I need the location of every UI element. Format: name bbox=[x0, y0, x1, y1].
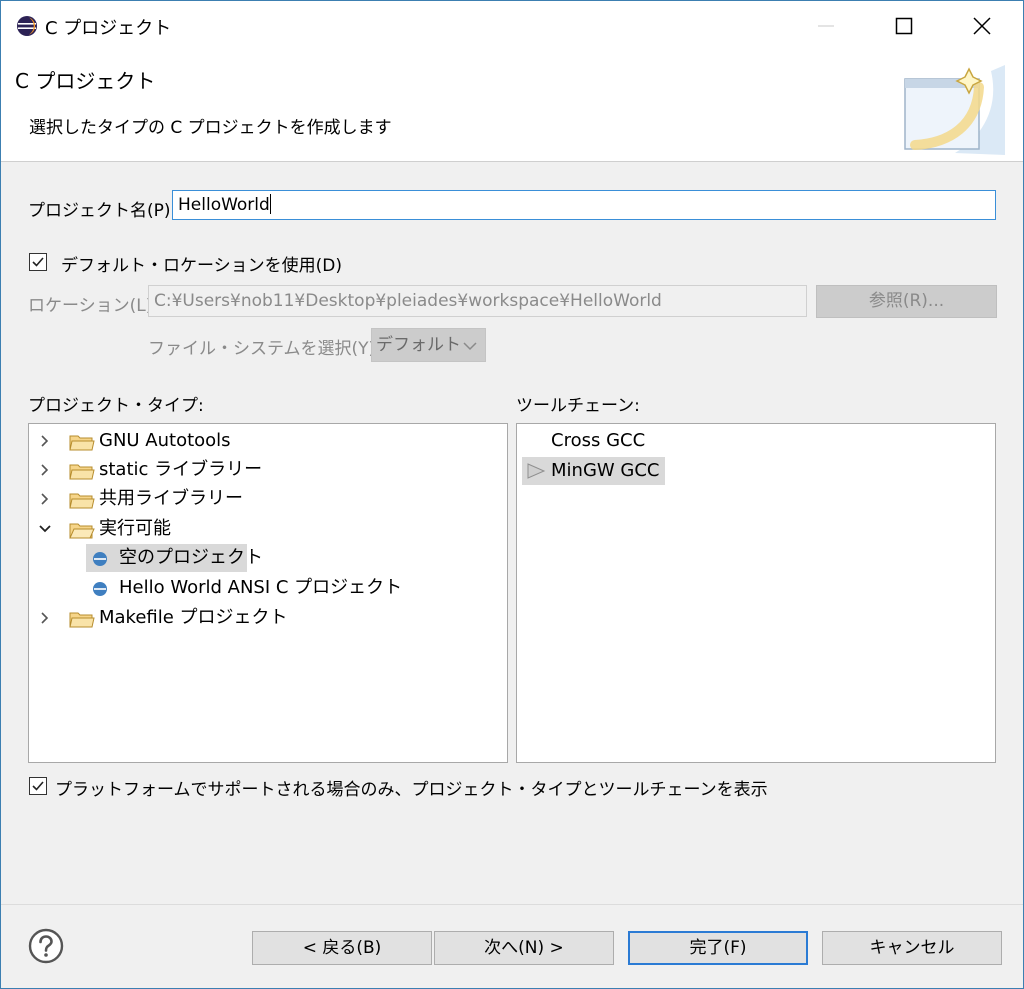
filesystem-label: ファイル・システムを選択(Y): bbox=[148, 339, 381, 359]
toolchains-label: ツールチェーン: bbox=[516, 396, 640, 416]
project-name-input[interactable]: HelloWorld bbox=[172, 190, 996, 220]
default-location-label: デフォルト・ロケーションを使用(D) bbox=[61, 256, 343, 276]
tree-item-label: static ライブラリー bbox=[99, 459, 263, 480]
chevron-right-icon bbox=[41, 493, 49, 505]
maximize-icon bbox=[895, 17, 913, 35]
folder-open-icon bbox=[69, 523, 95, 539]
page-description: 選択したタイプの C プロジェクトを作成します bbox=[29, 118, 392, 138]
location-label: ロケーション(L): bbox=[28, 296, 159, 316]
toolchain-item-label: MinGW GCC bbox=[551, 460, 660, 481]
project-bullet-icon bbox=[93, 582, 107, 596]
checkmark-icon bbox=[32, 257, 44, 267]
tree-item-label: Makefile プロジェクト bbox=[99, 607, 288, 628]
tree-item-label: 空のプロジェクト bbox=[119, 547, 263, 568]
eclipse-icon bbox=[17, 16, 37, 36]
folder-icon bbox=[69, 435, 95, 451]
platform-filter-label: プラットフォームでサポートされる場合のみ、プロジェクト・タイプとツールチェーンを… bbox=[55, 780, 768, 800]
checkmark-icon bbox=[32, 781, 44, 791]
tree-item-gnu-autotools[interactable]: GNU Autotools bbox=[39, 427, 499, 455]
folder-icon bbox=[69, 612, 95, 628]
page-title: C プロジェクト bbox=[15, 69, 156, 93]
toolchain-item-mingw-gcc[interactable]: MinGW GCC bbox=[522, 457, 665, 485]
close-button[interactable] bbox=[943, 1, 1021, 51]
tree-item-static-library[interactable]: static ライブラリー bbox=[39, 456, 499, 484]
folder-icon bbox=[69, 493, 95, 509]
chevron-right-icon bbox=[41, 435, 49, 447]
tree-item-makefile-project[interactable]: Makefile プロジェクト bbox=[39, 604, 499, 632]
text-caret bbox=[269, 194, 271, 214]
selection-arrow-icon bbox=[527, 463, 546, 479]
location-input[interactable]: C:¥Users¥nob11¥Desktop¥pleiades¥workspac… bbox=[148, 285, 807, 317]
minimize-button[interactable] bbox=[787, 1, 865, 51]
filesystem-select[interactable]: デフォルト bbox=[371, 328, 486, 362]
toolchain-item-cross-gcc[interactable]: Cross GCC bbox=[551, 427, 751, 455]
footer-separator bbox=[1, 904, 1023, 905]
platform-filter-checkbox[interactable] bbox=[29, 777, 47, 795]
chevron-right-icon bbox=[41, 464, 49, 476]
cancel-button[interactable]: キャンセル bbox=[822, 931, 1002, 965]
dialog-window: C プロジェクト C プロジェクト 選択したタイプの C プロジェクトを作成しま… bbox=[0, 0, 1024, 989]
browse-button[interactable]: 参照(R)... bbox=[816, 285, 997, 318]
tree-item-label: 実行可能 bbox=[99, 518, 171, 539]
tree-item-label: 共用ライブラリー bbox=[99, 488, 243, 509]
project-name-label: プロジェクト名(P): bbox=[28, 201, 177, 221]
help-icon[interactable] bbox=[28, 928, 64, 964]
minimize-icon bbox=[818, 25, 834, 27]
finish-button[interactable]: 完了(F) bbox=[628, 931, 808, 965]
chevron-down-icon bbox=[463, 342, 477, 351]
toolchains-list[interactable]: Cross GCC MinGW GCC bbox=[516, 423, 996, 763]
wizard-banner-icon bbox=[904, 65, 1005, 155]
default-location-checkbox[interactable] bbox=[29, 253, 47, 271]
maximize-button[interactable] bbox=[865, 1, 943, 51]
tree-item-executable[interactable]: 実行可能 bbox=[39, 515, 499, 543]
next-button[interactable]: 次へ(N) > bbox=[434, 931, 614, 965]
title-bar[interactable]: C プロジェクト bbox=[1, 1, 1023, 51]
back-button[interactable]: < 戻る(B) bbox=[252, 931, 432, 965]
window-title: C プロジェクト bbox=[45, 18, 172, 39]
project-bullet-icon bbox=[93, 552, 107, 566]
folder-icon bbox=[69, 464, 95, 480]
tree-item-empty-project[interactable]: 空のプロジェクト bbox=[86, 544, 263, 572]
chevron-right-icon bbox=[41, 612, 49, 624]
project-types-label: プロジェクト・タイプ: bbox=[28, 396, 204, 416]
wizard-header: C プロジェクト 選択したタイプの C プロジェクトを作成します bbox=[1, 51, 1023, 162]
tree-item-label: Hello World ANSI C プロジェクト bbox=[119, 577, 403, 598]
project-name-value: HelloWorld bbox=[178, 195, 270, 215]
tree-item-shared-library[interactable]: 共用ライブラリー bbox=[39, 485, 499, 513]
toolchain-item-label: Cross GCC bbox=[551, 430, 646, 451]
project-types-tree[interactable]: GNU Autotools static ライブラリー 共用ライブラリー 実行可… bbox=[28, 423, 508, 763]
tree-item-label: GNU Autotools bbox=[99, 430, 231, 451]
chevron-down-icon bbox=[39, 525, 51, 533]
close-icon bbox=[973, 17, 991, 35]
filesystem-value: デフォルト bbox=[376, 335, 461, 355]
tree-item-hello-world-ansi-c[interactable]: Hello World ANSI C プロジェクト bbox=[86, 574, 406, 602]
